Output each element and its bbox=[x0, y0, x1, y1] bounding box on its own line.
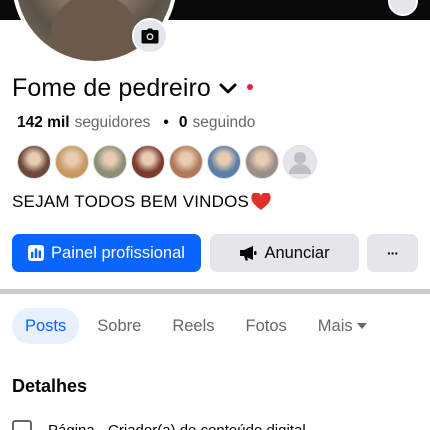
friend-avatar[interactable] bbox=[283, 145, 317, 179]
page-name: Fome de pedreiro bbox=[12, 74, 211, 102]
friend-avatar[interactable] bbox=[55, 145, 89, 179]
friend-avatar[interactable] bbox=[17, 145, 51, 179]
tab-more-label: Mais bbox=[317, 316, 353, 335]
cover-edit-button[interactable] bbox=[388, 0, 418, 16]
caret-down-icon bbox=[356, 322, 367, 330]
more-dots-icon: ··· bbox=[387, 245, 399, 261]
bar-chart-icon bbox=[28, 245, 45, 261]
follow-stats: 142 mil seguidores • 0 seguindo bbox=[17, 114, 255, 132]
tab-photos-label: Fotos bbox=[245, 316, 287, 335]
page-name-row[interactable]: Fome de pedreiro bbox=[12, 74, 253, 103]
megaphone-icon bbox=[240, 246, 257, 261]
page-info-icon bbox=[12, 420, 32, 430]
detail-item: Página · Criador(a) de conteúdo digital bbox=[12, 420, 306, 430]
chevron-down-icon[interactable] bbox=[219, 83, 237, 95]
friend-avatar[interactable] bbox=[245, 145, 279, 179]
tab-more[interactable]: Mais bbox=[305, 308, 380, 344]
friend-avatar[interactable] bbox=[207, 145, 241, 179]
following-count[interactable]: 0 bbox=[179, 114, 188, 132]
details-heading: Detalhes bbox=[12, 376, 88, 396]
advertise-button[interactable]: Anunciar bbox=[210, 234, 359, 272]
notification-dot bbox=[246, 83, 253, 90]
camera-icon[interactable] bbox=[132, 18, 168, 54]
more-options-button[interactable]: ··· bbox=[367, 234, 418, 272]
tab-posts[interactable]: Posts bbox=[12, 308, 80, 344]
advertise-label: Anunciar bbox=[264, 243, 330, 262]
professional-dashboard-button[interactable]: Painel profissional bbox=[12, 234, 201, 272]
tab-reels[interactable]: Reels bbox=[159, 308, 227, 344]
profile-tabs: Posts Sobre Reels Fotos Mais bbox=[12, 308, 385, 344]
tab-reels-label: Reels bbox=[172, 316, 215, 335]
followers-count[interactable]: 142 mil bbox=[17, 114, 70, 132]
friend-avatar[interactable] bbox=[93, 145, 127, 179]
friend-avatars-row[interactable] bbox=[17, 145, 317, 179]
bio: SEJAM TODOS BEM VINDOS bbox=[12, 192, 271, 212]
detail-item-text: Página · Criador(a) de conteúdo digital bbox=[48, 421, 306, 430]
followers-label[interactable]: seguidores bbox=[75, 114, 151, 132]
stats-separator: • bbox=[163, 114, 169, 131]
tab-about-label: Sobre bbox=[97, 316, 142, 335]
red-heart-icon bbox=[251, 193, 271, 211]
tab-photos[interactable]: Fotos bbox=[233, 308, 300, 344]
section-divider bbox=[0, 289, 430, 294]
tab-posts-label: Posts bbox=[25, 316, 67, 335]
friend-avatar[interactable] bbox=[169, 145, 203, 179]
friend-avatar[interactable] bbox=[131, 145, 165, 179]
professional-dashboard-label: Painel profissional bbox=[51, 243, 185, 262]
following-label[interactable]: seguindo bbox=[192, 114, 255, 132]
tab-about[interactable]: Sobre bbox=[84, 308, 154, 344]
bio-text: SEJAM TODOS BEM VINDOS bbox=[12, 192, 250, 211]
